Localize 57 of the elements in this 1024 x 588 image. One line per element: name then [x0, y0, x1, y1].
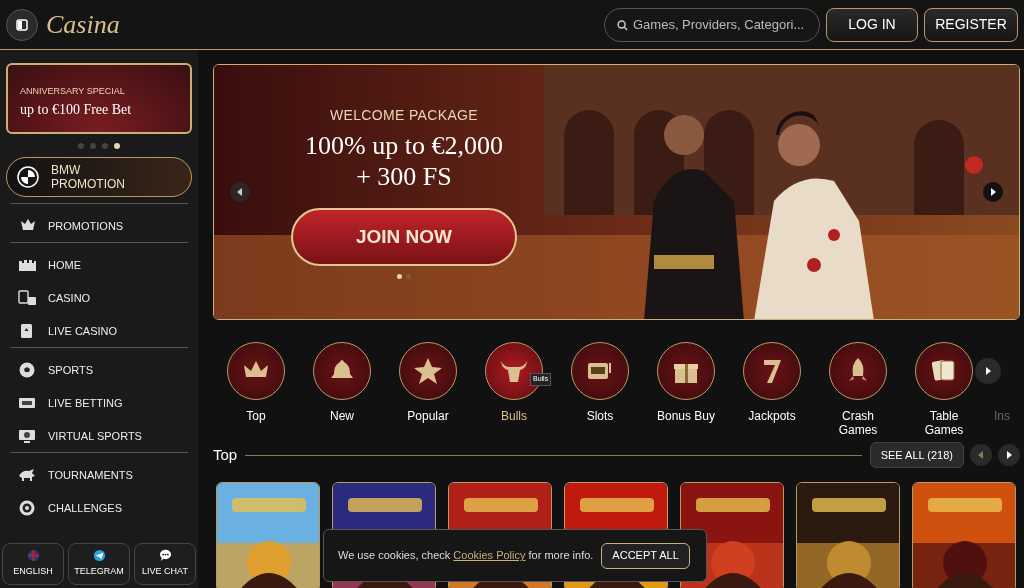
cookies-policy-link[interactable]: Cookies Policy [453, 549, 526, 562]
category-tile[interactable]: Slots [557, 342, 643, 440]
category-tile[interactable]: Bonus Buy [643, 342, 729, 440]
promo-eyebrow: ANNIVERSARY SPECIAL [20, 85, 126, 98]
promo-title: up to €100 Free Bet [20, 100, 133, 119]
category-tile[interactable]: Jackpots [729, 342, 815, 440]
accept-all-button[interactable]: ACCEPT ALL [601, 542, 690, 569]
chat-bubble-icon [158, 549, 172, 563]
nav-item[interactable]: PROMOTIONS [6, 216, 192, 236]
previous-button[interactable] [970, 444, 992, 466]
category-tile[interactable]: New [299, 342, 385, 440]
register-button[interactable]: REGISTER [924, 7, 1018, 42]
nav-item[interactable]: SPORTS [6, 360, 192, 380]
category-tile[interactable]: Top [213, 342, 299, 440]
log-in-button[interactable]: LOG IN [826, 7, 918, 42]
menu-toggle-button[interactable] [6, 8, 38, 41]
promo-card[interactable]: ANNIVERSARY SPECIAL up to €100 Free Bet [6, 63, 192, 134]
nav-item[interactable]: LIVE CASINO [6, 321, 192, 341]
see-all-button[interactable]: SEE ALL (218) [869, 442, 964, 468]
target-icon [18, 499, 36, 517]
paper-plane-icon [92, 549, 106, 563]
banner-headline: 100% up to €2,000 [305, 130, 503, 161]
category-tile[interactable]: Crash Games [815, 342, 901, 440]
nav-item[interactable]: TOURNAMENTS [6, 465, 192, 485]
nav-item[interactable]: CASINO [6, 288, 192, 308]
nav-item[interactable]: VIRTUAL SPORTS [6, 426, 192, 446]
flag-icon [26, 549, 40, 563]
right-arrow-icon [1005, 451, 1013, 459]
telegram-button[interactable]: TELEGRAM [68, 543, 130, 585]
nav-item[interactable]: HOME [6, 255, 192, 275]
left-arrow-icon [977, 451, 985, 459]
cards-dice-icon [18, 289, 36, 307]
search-icon [617, 19, 628, 31]
category-tile[interactable]: Table Games [901, 342, 987, 440]
cookie-message: We use cookies, check Cookies Policy for more info. [338, 548, 594, 564]
banner-eyebrow: WELCOME PACKAGE [329, 106, 479, 125]
monitor-icon [18, 427, 36, 445]
nav-item[interactable]: CHALLENGES [6, 498, 192, 518]
logo[interactable]: Casina [46, 5, 120, 44]
join-now-button[interactable]: JOIN NOW [291, 208, 517, 266]
banner-headline: + 300 FS [356, 161, 452, 192]
category-tile[interactable]: Popular [385, 342, 471, 440]
bmw-promotion-label: BMW PROMOTION [51, 163, 125, 191]
section-title: Top [213, 444, 238, 465]
right-arrow-icon [989, 188, 997, 196]
sidebar-toggle-icon [16, 18, 28, 31]
next-button[interactable] [975, 358, 1001, 384]
nav-item[interactable]: LIVE BETTING [6, 393, 192, 413]
soccer-ball-icon [18, 361, 36, 379]
search-field[interactable]: Games, Providers, Categori... [604, 7, 820, 42]
bmw-promotion-button[interactable]: BMW PROMOTION [6, 157, 192, 197]
right-arrow-icon [984, 367, 992, 375]
next-button[interactable] [998, 444, 1020, 466]
language-button[interactable]: ENGLISH [2, 543, 64, 585]
left-arrow-icon [236, 188, 244, 196]
live-chat-button[interactable]: LIVE CHAT [134, 543, 196, 585]
roundel-icon [17, 166, 39, 188]
